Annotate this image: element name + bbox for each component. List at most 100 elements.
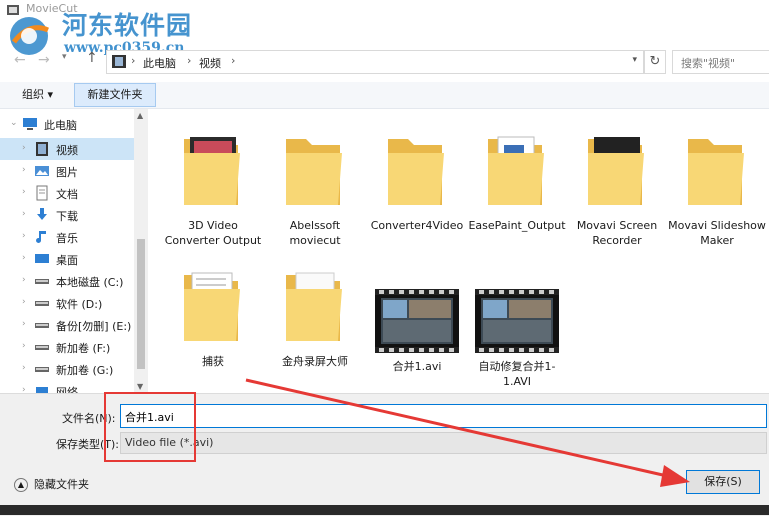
- sidebar-item[interactable]: › 图片: [0, 160, 134, 182]
- collapse-chevron-icon[interactable]: ›: [22, 341, 26, 351]
- video-thumbnail: [375, 289, 459, 353]
- breadcrumb-separator-icon: ›: [187, 54, 192, 67]
- video-file-item[interactable]: 合并1.avi: [366, 281, 468, 401]
- file-list: 3D Video Converter Output Abelssoft movie…: [148, 109, 769, 393]
- address-bar[interactable]: › 此电脑 › 视频 › ▾: [106, 50, 644, 74]
- folder-item[interactable]: Converter4Video: [366, 123, 468, 243]
- sidebar-item[interactable]: › 软件 (D:): [0, 292, 134, 314]
- pictures-folder-icon: [34, 163, 50, 179]
- search-placeholder: 搜索"视频": [681, 57, 736, 70]
- collapse-chevron-icon: ▲: [14, 478, 28, 492]
- sidebar-item-label: 此电脑: [44, 119, 77, 132]
- folder-icon: [282, 267, 346, 347]
- collapse-chevron-icon[interactable]: ›: [22, 209, 26, 219]
- refresh-button[interactable]: ↻: [644, 50, 666, 74]
- folder-item[interactable]: Abelssoft moviecut: [264, 123, 366, 247]
- file-label: 合并1.avi: [392, 360, 442, 373]
- video-thumbnail: [475, 289, 559, 353]
- breadcrumb-videos[interactable]: 视频: [199, 55, 221, 71]
- file-label: Movavi Slideshow Maker: [668, 219, 766, 247]
- sidebar-item[interactable]: ⌄ 此电脑: [0, 113, 134, 135]
- back-arrow-icon[interactable]: ←: [14, 52, 30, 68]
- computer-icon: [22, 116, 38, 132]
- collapse-chevron-icon[interactable]: ›: [22, 187, 26, 197]
- collapse-chevron-icon[interactable]: ›: [22, 143, 26, 153]
- collapse-chevron-icon[interactable]: ›: [22, 275, 26, 285]
- collapse-chevron-icon[interactable]: ›: [22, 385, 26, 393]
- folder-icon: [180, 267, 244, 347]
- hide-folders-toggle[interactable]: ▲ 隐藏文件夹: [14, 476, 89, 492]
- sidebar-item-label: 图片: [56, 166, 78, 179]
- sidebar-item-label: 软件 (D:): [56, 298, 103, 311]
- sidebar-item-label: 视频: [56, 144, 78, 157]
- drive-icon: [34, 339, 50, 355]
- up-arrow-icon[interactable]: ↑: [86, 50, 102, 68]
- scroll-up-icon[interactable]: ▲: [137, 111, 143, 120]
- folder-icon: [584, 131, 648, 211]
- folder-icon: [282, 131, 346, 211]
- sidebar-item[interactable]: › 音乐: [0, 226, 134, 248]
- music-folder-icon: [34, 229, 50, 245]
- sidebar-item[interactable]: › 新加卷 (F:): [0, 336, 134, 358]
- toolbar: 组织 ▾ 新建文件夹: [0, 82, 769, 109]
- save-button[interactable]: 保存(S): [686, 470, 760, 494]
- scroll-down-icon[interactable]: ▼: [137, 382, 143, 391]
- title-bar: MovieCut: [0, 0, 769, 22]
- background-strip: [0, 505, 769, 515]
- sidebar-item-label: 备份[勿删] (E:): [56, 320, 132, 333]
- video-file-item[interactable]: 自动修复合并1-1.AVI: [466, 281, 568, 401]
- collapse-chevron-icon[interactable]: ›: [22, 231, 26, 241]
- sidebar-item[interactable]: › 下载: [0, 204, 134, 226]
- drive-icon: [34, 361, 50, 377]
- collapse-chevron-icon[interactable]: ›: [22, 253, 26, 263]
- sidebar-item[interactable]: › 备份[勿删] (E:): [0, 314, 134, 336]
- folder-icon: [484, 131, 548, 211]
- video-folder-icon: [34, 141, 50, 157]
- window-title: MovieCut: [26, 2, 78, 15]
- file-label: Movavi Screen Recorder: [576, 219, 658, 247]
- organize-button[interactable]: 组织 ▾: [16, 86, 59, 104]
- collapse-chevron-icon[interactable]: ›: [22, 165, 26, 175]
- recent-locations-chevron-icon[interactable]: ▾: [62, 52, 74, 68]
- sidebar-item-label: 新加卷 (G:): [56, 364, 114, 377]
- filename-input[interactable]: 合并1.avi: [120, 404, 767, 428]
- address-row: ← → ▾ ↑ › 此电脑 › 视频 › ▾ ↻ 搜索"视频": [0, 46, 769, 76]
- collapse-chevron-icon[interactable]: ›: [22, 319, 26, 329]
- breadcrumb-separator-icon: ›: [231, 54, 236, 67]
- navigation-scrollbar[interactable]: ▲ ▼: [134, 109, 148, 393]
- expand-chevron-icon[interactable]: ⌄: [10, 118, 18, 128]
- file-label: Converter4Video: [370, 219, 464, 232]
- navigation-pane: ⌄ 此电脑 › 视频 › 图片 › 文档 › 下载 › 音乐 › 桌面 › 本地磁盘 (C:) › 软件 (D:)…: [0, 109, 134, 393]
- folder-item[interactable]: 3D Video Converter Output: [162, 123, 264, 247]
- sidebar-item[interactable]: › 新加卷 (G:): [0, 358, 134, 380]
- folder-item[interactable]: Movavi Screen Recorder: [566, 123, 668, 247]
- documents-folder-icon: [34, 185, 50, 201]
- file-label: 捕获: [202, 355, 224, 368]
- folder-icon: [384, 131, 448, 211]
- file-label: Abelssoft moviecut: [289, 219, 341, 247]
- collapse-chevron-icon[interactable]: ›: [22, 297, 26, 307]
- new-folder-button[interactable]: 新建文件夹: [74, 83, 156, 107]
- download-folder-icon: [34, 207, 50, 223]
- forward-arrow-icon[interactable]: →: [38, 52, 54, 68]
- drive-icon: [34, 317, 50, 333]
- sidebar-item[interactable]: › 视频: [0, 138, 134, 160]
- sidebar-item[interactable]: › 本地磁盘 (C:): [0, 270, 134, 292]
- annotation-highlight-box: [104, 392, 196, 462]
- folder-item[interactable]: Movavi Slideshow Maker: [666, 123, 768, 247]
- scrollbar-thumb[interactable]: [137, 239, 145, 369]
- file-label: 金舟录屏大师: [282, 355, 348, 368]
- address-dropdown-icon[interactable]: ▾: [632, 55, 637, 65]
- sidebar-item[interactable]: › 文档: [0, 182, 134, 204]
- search-input[interactable]: 搜索"视频": [672, 50, 769, 74]
- network-icon: [34, 383, 50, 393]
- desktop-folder-icon: [34, 251, 50, 267]
- folder-item[interactable]: EasePaint_Output: [466, 123, 568, 243]
- folder-item[interactable]: 捕获: [162, 259, 264, 379]
- collapse-chevron-icon[interactable]: ›: [22, 363, 26, 373]
- sidebar-item[interactable]: › 桌面: [0, 248, 134, 270]
- sidebar-item-label: 本地磁盘 (C:): [56, 276, 124, 289]
- folder-item[interactable]: 金舟录屏大师: [264, 259, 366, 379]
- breadcrumb-this-pc[interactable]: 此电脑: [143, 55, 176, 71]
- filetype-select[interactable]: Video file (*.avi): [120, 432, 767, 454]
